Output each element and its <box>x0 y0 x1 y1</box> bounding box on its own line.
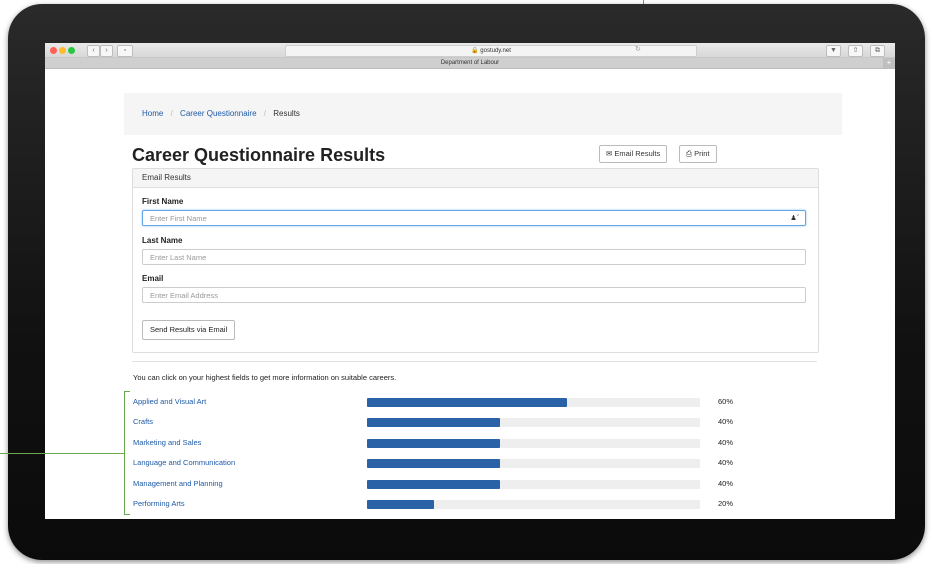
browser-toolbar: ‹ › ▫ ≡ 🔒 gostudy.net ↻ ▼ ⇧ ⧉ <box>45 43 895 58</box>
result-field-link[interactable]: Marketing and Sales <box>133 436 201 450</box>
new-tab-button[interactable]: + <box>883 58 895 68</box>
result-field-link[interactable]: Applied and Visual Art <box>133 395 206 409</box>
breadcrumb-separator: / <box>170 109 173 118</box>
close-window-dot[interactable] <box>50 47 57 54</box>
last-name-label: Last Name <box>142 236 183 245</box>
result-progress-fill <box>367 438 501 448</box>
zoom-window-dot[interactable] <box>68 47 75 54</box>
result-row: Crafts 40% <box>133 415 823 429</box>
result-percent: 20% <box>718 499 734 508</box>
first-name-field[interactable]: Enter First Name ♟ˇ <box>142 210 806 226</box>
email-placeholder: Enter Email Address <box>150 291 218 300</box>
result-progress-fill <box>367 479 501 489</box>
last-name-field[interactable]: Enter Last Name <box>142 249 806 265</box>
result-field-link[interactable]: Crafts <box>133 415 153 429</box>
minimize-window-dot[interactable] <box>59 47 66 54</box>
sidebar-icon[interactable]: ▫ <box>117 45 133 57</box>
result-percent: 40% <box>718 437 734 447</box>
first-name-label: First Name <box>142 197 184 206</box>
result-percent: 40% <box>718 417 734 427</box>
printer-icon: ⎙ <box>686 149 692 158</box>
tab-title: Department of Labour <box>440 60 500 66</box>
result-percent: 40% <box>718 478 734 488</box>
result-progress-fill <box>367 459 501 469</box>
callout-bracket-bottom <box>124 514 130 515</box>
result-row: Performing Arts 20% <box>133 497 823 511</box>
result-field-link[interactable]: Language and Communication <box>133 456 235 470</box>
last-name-placeholder: Enter Last Name <box>150 253 207 262</box>
result-row: Marketing and Sales 40% <box>133 436 823 450</box>
result-progress-track <box>367 459 700 469</box>
email-results-label: Email Results <box>614 149 661 158</box>
reload-icon[interactable]: ↻ <box>635 45 641 53</box>
send-results-button[interactable]: Send Results via Email <box>142 320 236 340</box>
breadcrumb-current: Results <box>273 109 300 118</box>
first-name-placeholder: Enter First Name <box>150 214 207 223</box>
breadcrumb: Home / Career Questionnaire / Results <box>124 93 842 135</box>
share-icon[interactable]: ⇧ <box>848 45 863 57</box>
back-arrow-icon[interactable]: ‹ <box>87 45 100 57</box>
breadcrumb-separator: / <box>263 109 266 118</box>
panel-title: Email Results <box>133 169 818 188</box>
address-text: gostudy.net <box>480 48 511 54</box>
download-icon[interactable]: ▼ <box>826 45 841 57</box>
email-field[interactable]: Enter Email Address <box>142 287 806 303</box>
result-row: Applied and Visual Art 60% <box>133 395 823 409</box>
breadcrumb-career-questionnaire[interactable]: Career Questionnaire <box>180 109 256 118</box>
print-button[interactable]: ⎙ Print <box>679 145 717 163</box>
callout-bracket <box>124 391 125 515</box>
callout-line-left <box>0 453 125 454</box>
result-field-link[interactable]: Performing Arts <box>133 497 185 511</box>
email-label: Email <box>142 274 164 283</box>
result-progress-fill <box>367 418 501 428</box>
result-progress-track <box>367 438 700 448</box>
result-progress-fill <box>367 398 567 407</box>
result-progress-track <box>367 398 700 407</box>
result-percent: 60% <box>718 397 734 406</box>
result-progress-track <box>367 500 700 509</box>
forward-arrow-icon[interactable]: › <box>100 45 113 57</box>
lock-icon: 🔒 <box>471 48 479 54</box>
plus-icon: + <box>886 58 892 67</box>
callout-bracket-top <box>124 391 130 392</box>
result-field-link[interactable]: Management and Planning <box>133 477 223 491</box>
contact-autofill-icon[interactable]: ♟ˇ <box>790 211 799 227</box>
result-progress-fill <box>367 500 434 509</box>
browser-screen: ‹ › ▫ ≡ 🔒 gostudy.net ↻ ▼ ⇧ ⧉ Department… <box>45 43 895 519</box>
result-row: Management and Planning 40% <box>133 477 823 491</box>
email-results-panel: Email Results First Name Enter First Nam… <box>132 168 819 353</box>
result-row: Language and Communication 40% <box>133 456 823 470</box>
print-label: Print <box>694 149 710 158</box>
divider <box>132 361 817 362</box>
envelope-icon: ✉ <box>606 149 613 158</box>
result-percent: 40% <box>718 458 734 468</box>
breadcrumb-home[interactable]: Home <box>142 109 163 118</box>
tab-department-of-labour[interactable]: Department of Labour <box>45 58 895 69</box>
result-progress-track <box>367 418 700 428</box>
page-title: Career Questionnaire Results <box>132 145 386 165</box>
results-intro: You can click on your highest fields to … <box>133 373 397 382</box>
result-progress-track <box>367 479 700 489</box>
tabs-icon[interactable]: ⧉ <box>870 45 885 57</box>
email-results-button[interactable]: ✉ Email Results <box>599 145 668 163</box>
